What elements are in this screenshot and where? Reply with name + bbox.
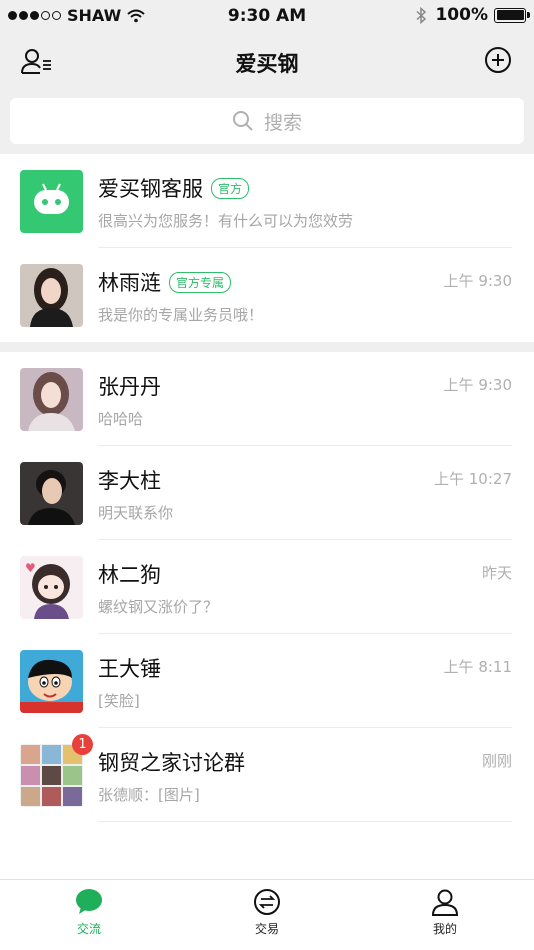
bluetooth-icon (416, 6, 427, 24)
section-divider (0, 342, 534, 352)
chat-row-group[interactable]: 1 钢贸之家讨论群 张德顺：[图片] 刚刚 (0, 728, 534, 822)
chat-row-linergou[interactable]: ♥ 林二狗 螺纹钢又涨价了？ 昨天 (0, 540, 534, 634)
exclusive-tag: 官方专属 (169, 271, 232, 293)
search-input[interactable]: 搜索 (10, 98, 524, 144)
last-message: 很高兴为您服务！有什么可以为您效劳 (98, 212, 354, 230)
tab-label: 我的 (432, 922, 457, 936)
group-avatar (20, 744, 83, 807)
contact-name: 王大锤 (98, 657, 161, 681)
official-tag: 官方 (211, 177, 250, 199)
woman-avatar (20, 264, 83, 327)
add-circle-icon[interactable] (484, 46, 512, 74)
last-message: [笑脸] (98, 692, 140, 710)
tab-label: 交流 (76, 922, 101, 936)
chat-list: 张丹丹 哈哈哈 上午 9:30 李大柱 明天联系你 上午 10:27 ♥ 林二狗… (0, 352, 534, 822)
search-area: 搜索 (0, 92, 534, 154)
page-title: 爱买钢 (235, 52, 299, 76)
chat-row-wangdachui[interactable]: 王大锤 [笑脸] 上午 8:11 (0, 634, 534, 728)
chat-row-zhangdandan[interactable]: 张丹丹 哈哈哈 上午 9:30 (0, 352, 534, 446)
last-message: 螺纹钢又涨价了？ (98, 598, 219, 616)
contact-name: 李大柱 (98, 469, 161, 493)
search-icon (232, 111, 253, 131)
tab-communication[interactable]: 交流 (49, 888, 129, 937)
message-time: 昨天 (481, 564, 512, 582)
exchange-icon (254, 889, 280, 915)
woman-avatar (20, 368, 83, 431)
pinned-list: 爱买钢客服 官方 很高兴为您服务！有什么可以为您效劳 林雨涟 官方专属 我是你的… (0, 154, 534, 342)
man-avatar (20, 462, 83, 525)
contact-name: 钢贸之家讨论群 (98, 751, 245, 775)
tab-trade[interactable]: 交易 (227, 888, 307, 937)
message-time: 刚刚 (481, 752, 512, 770)
contact-name: 林雨涟 (98, 271, 161, 295)
chat-row-service[interactable]: 爱买钢客服 官方 很高兴为您服务！有什么可以为您效劳 (0, 154, 534, 248)
last-message: 张德顺：[图片] (98, 786, 200, 804)
contact-name: 林二狗 (98, 563, 161, 587)
chat-row-lidazhu[interactable]: 李大柱 明天联系你 上午 10:27 (0, 446, 534, 540)
tab-mine[interactable]: 我的 (405, 888, 485, 937)
battery-icon (494, 7, 530, 23)
chat-bubble-icon (76, 889, 102, 914)
search-placeholder: 搜索 (263, 111, 302, 134)
message-time: 上午 10:27 (434, 470, 512, 488)
message-time: 上午 9:30 (443, 272, 512, 290)
nav-bar: 爱买钢 (0, 32, 534, 92)
last-message: 我是你的专属业务员哦！ (98, 306, 264, 324)
person-icon (431, 889, 459, 916)
robot-avatar (20, 170, 83, 233)
cartoon-boy-avatar (20, 650, 83, 713)
contact-name: 爱买钢客服 (98, 177, 203, 201)
tab-label: 交易 (254, 922, 279, 936)
tab-bar: 交流 交易 我的 (0, 879, 534, 950)
message-time: 上午 8:11 (443, 658, 512, 676)
battery-percent: 100% (435, 5, 488, 25)
contact-name: 张丹丹 (98, 375, 161, 399)
unread-badge: 1 (72, 734, 93, 755)
status-bar: SHAW 9:30 AM 100% (0, 0, 534, 32)
last-message: 哈哈哈 (98, 410, 144, 428)
row-divider (98, 821, 512, 822)
last-message: 明天联系你 (98, 504, 174, 522)
svg-text:♥: ♥ (25, 561, 36, 575)
cartoon-girl-avatar: ♥ (20, 556, 83, 619)
message-time: 上午 9:30 (443, 376, 512, 394)
battery-area: 100% (415, 5, 530, 25)
chat-row-linyulian[interactable]: 林雨涟 官方专属 我是你的专属业务员哦！ 上午 9:30 (0, 248, 534, 342)
